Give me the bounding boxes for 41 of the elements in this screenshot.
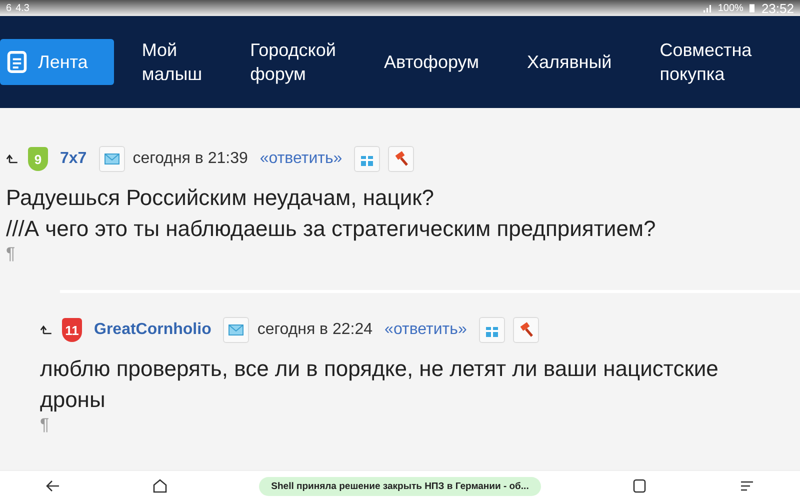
message-button[interactable] (98, 146, 125, 172)
nav-tab[interactable]: Автофорум (360, 50, 503, 74)
paragraph-mark: ¶ (39, 415, 50, 435)
home-icon (152, 478, 168, 494)
reply-arrow-icon (40, 323, 54, 337)
rank-badge: 11 (62, 318, 82, 342)
status-indicator: 4.3 (16, 2, 30, 14)
nav-tab[interactable]: Халявный (502, 50, 636, 74)
reply-link[interactable]: «ответить» (260, 150, 342, 168)
hammer-button[interactable] (512, 317, 539, 343)
nav-tab[interactable]: Городской форум (226, 38, 360, 86)
message-button[interactable] (223, 317, 250, 343)
clock: 23:52 (761, 0, 794, 16)
gift-button[interactable] (478, 317, 505, 343)
rank-badge: 9 (28, 147, 48, 171)
recent-apps-icon (632, 478, 648, 494)
battery-icon (747, 2, 758, 14)
comment-text: люблю проверять, все ли в порядке, не летят ли ваши нацистские дроны (39, 355, 720, 414)
news-toast[interactable]: Shell приняла решение закрыть НПЗ в Германии - об... (259, 476, 541, 496)
comment-time: сегодня в 22:24 (257, 321, 373, 339)
battery-percent: 100% (718, 2, 744, 14)
reply-link[interactable]: «ответить» (384, 321, 467, 339)
author-link[interactable]: 7x7 (60, 150, 87, 168)
nav-tab[interactable]: Мой малыш (118, 38, 226, 86)
signal-icon (702, 2, 714, 14)
envelope-icon (104, 151, 120, 167)
comment-text: Радуешься Российским неудачам, нацик? ///А чего это ты наблюдаешь за стратегическим предприятием? (5, 184, 657, 243)
reply-arrow-icon (6, 152, 20, 166)
hammer-icon (518, 322, 534, 338)
comment-time: сегодня в 21:39 (132, 150, 248, 168)
hammer-button[interactable] (388, 146, 414, 172)
envelope-icon (228, 322, 244, 338)
hammer-icon (393, 151, 410, 167)
nav-tab[interactable]: Совместна покупка (636, 38, 752, 86)
paragraph-mark: ¶ (5, 244, 16, 264)
gift-button[interactable] (354, 146, 380, 172)
status-indicator: 6 (6, 2, 12, 14)
back-icon (45, 478, 62, 494)
feed-icon (6, 51, 28, 73)
author-link[interactable]: GreatCornholio (94, 321, 212, 339)
nav-tab[interactable]: Лента (0, 39, 114, 85)
